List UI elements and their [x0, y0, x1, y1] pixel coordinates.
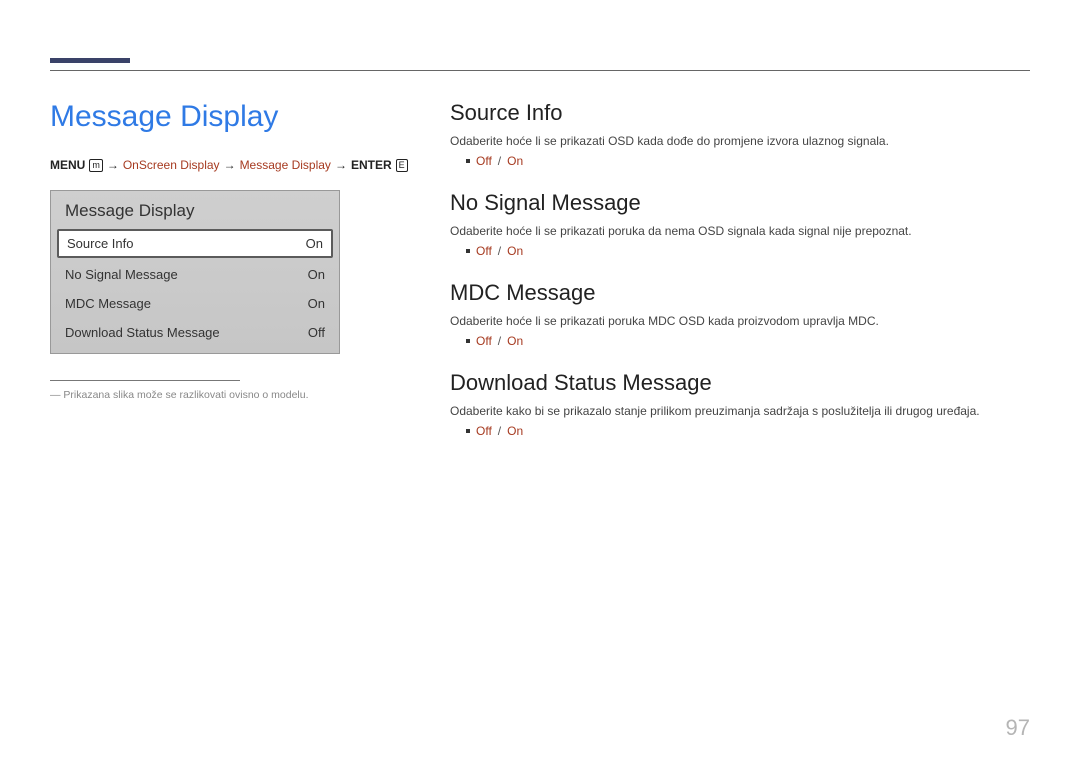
osd-row-value: On — [306, 236, 323, 251]
osd-row-download: Download Status Message Off — [51, 318, 339, 347]
page-number: 97 — [1006, 715, 1030, 741]
option-separator: / — [498, 424, 501, 438]
section-description: Odaberite hoće li se prikazati poruka da… — [450, 224, 1030, 238]
option-separator: / — [498, 334, 501, 348]
breadcrumb-item-message: Message Display — [240, 158, 331, 172]
osd-row-value: Off — [308, 325, 325, 340]
osd-row-value: On — [308, 296, 325, 311]
bullet-icon — [466, 159, 470, 163]
section-options: Off / On — [466, 244, 1030, 258]
osd-row-label: Download Status Message — [65, 325, 220, 340]
option-on: On — [507, 244, 523, 258]
section-heading: No Signal Message — [450, 190, 1030, 216]
model-disclaimer-note: ― Prikazana slika može se razlikovati ov… — [50, 389, 410, 401]
header-accent-bar — [50, 58, 130, 63]
osd-panel: Message Display Source Info On No Signal… — [50, 190, 340, 354]
enter-icon: E — [396, 159, 408, 172]
osd-row-no-signal: No Signal Message On — [51, 260, 339, 289]
osd-row-label: MDC Message — [65, 296, 151, 311]
section-source-info: Source Info Odaberite hoće li se prikaza… — [450, 100, 1030, 168]
section-description: Odaberite kako bi se prikazalo stanje pr… — [450, 404, 1030, 418]
breadcrumb-item-onscreen: OnScreen Display — [123, 158, 220, 172]
section-description: Odaberite hoće li se prikazati OSD kada … — [450, 134, 1030, 148]
option-separator: / — [498, 154, 501, 168]
section-options: Off / On — [466, 154, 1030, 168]
breadcrumb: MENU m → OnScreen Display → Message Disp… — [50, 158, 410, 172]
left-column: Message Display MENU m → OnScreen Displa… — [50, 100, 410, 460]
header-rule — [50, 70, 1030, 71]
page: Message Display MENU m → OnScreen Displa… — [0, 0, 1080, 763]
osd-row-mdc: MDC Message On — [51, 289, 339, 318]
osd-row-value: On — [308, 267, 325, 282]
osd-row-label: Source Info — [67, 236, 134, 251]
note-rule — [50, 380, 240, 381]
bullet-icon — [466, 429, 470, 433]
menu-icon: m — [89, 159, 103, 172]
option-separator: / — [498, 244, 501, 258]
section-mdc: MDC Message Odaberite hoće li se prikaza… — [450, 280, 1030, 348]
osd-row-label: No Signal Message — [65, 267, 178, 282]
arrow-icon: → — [224, 158, 236, 172]
breadcrumb-enter-label: ENTER — [351, 158, 392, 172]
section-heading: Download Status Message — [450, 370, 1030, 396]
arrow-icon: → — [335, 158, 347, 172]
section-options: Off / On — [466, 334, 1030, 348]
arrow-icon: → — [107, 158, 119, 172]
page-title: Message Display — [50, 100, 410, 134]
osd-panel-title: Message Display — [51, 191, 339, 229]
section-download-status: Download Status Message Odaberite kako b… — [450, 370, 1030, 438]
option-on: On — [507, 154, 523, 168]
bullet-icon — [466, 249, 470, 253]
content-columns: Message Display MENU m → OnScreen Displa… — [50, 100, 1030, 460]
osd-row-source-info: Source Info On — [57, 229, 333, 258]
bullet-icon — [466, 339, 470, 343]
section-heading: MDC Message — [450, 280, 1030, 306]
breadcrumb-menu-label: MENU — [50, 158, 85, 172]
section-description: Odaberite hoće li se prikazati poruka MD… — [450, 314, 1030, 328]
section-heading: Source Info — [450, 100, 1030, 126]
section-options: Off / On — [466, 424, 1030, 438]
option-off: Off — [476, 334, 492, 348]
option-off: Off — [476, 154, 492, 168]
option-off: Off — [476, 424, 492, 438]
section-no-signal: No Signal Message Odaberite hoće li se p… — [450, 190, 1030, 258]
right-column: Source Info Odaberite hoće li se prikaza… — [450, 100, 1030, 460]
option-on: On — [507, 334, 523, 348]
option-off: Off — [476, 244, 492, 258]
option-on: On — [507, 424, 523, 438]
